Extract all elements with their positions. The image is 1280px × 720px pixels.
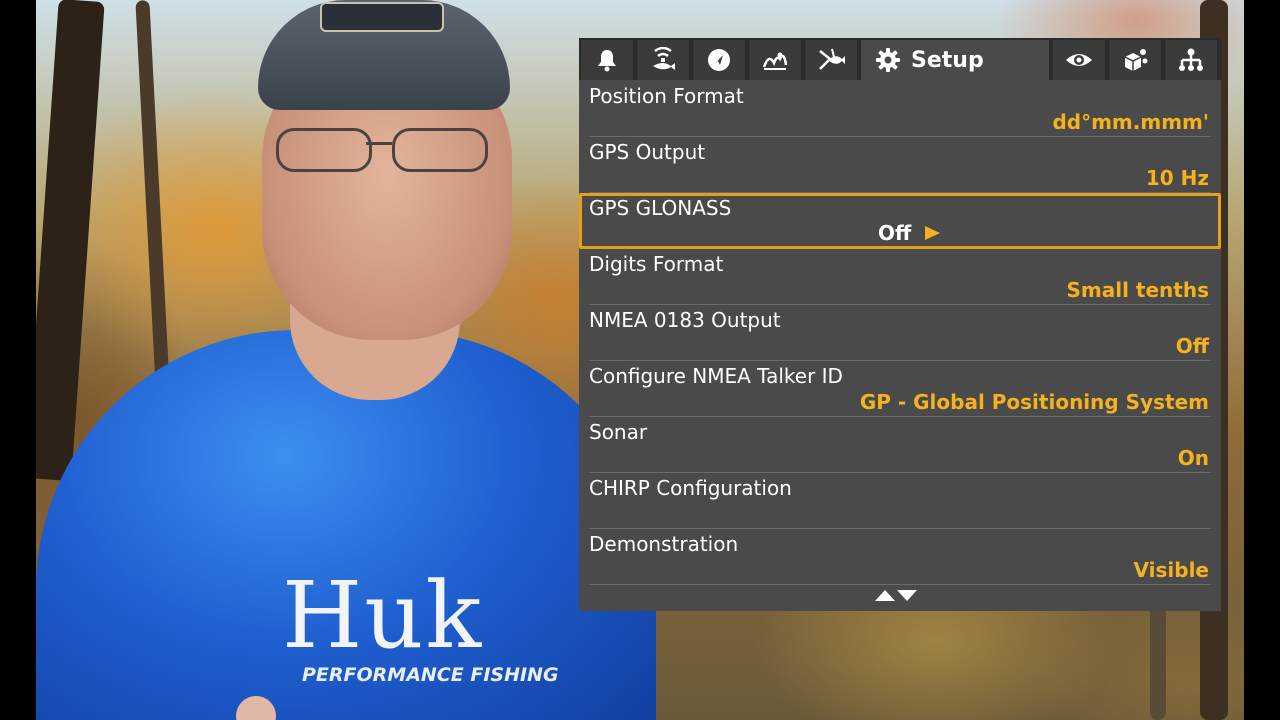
tab-alarms[interactable] — [581, 40, 635, 80]
menu-item-nmea-talker-id[interactable]: Configure NMEA Talker ID GP - Global Pos… — [579, 361, 1221, 417]
menu-item-value: On — [1177, 446, 1209, 470]
setup-menu-list: Position Format dd°mm.mmm' GPS Output 10… — [579, 81, 1221, 585]
navigation-compass-icon — [708, 49, 730, 71]
menu-item-label: Sonar — [589, 420, 648, 444]
tab-accessories[interactable] — [1109, 40, 1163, 80]
letterbox-left — [0, 0, 36, 720]
menu-item-label: Position Format — [589, 84, 744, 108]
sonar-fish-icon — [653, 47, 675, 70]
eye-view-icon — [1066, 54, 1092, 66]
menu-item-sonar[interactable]: Sonar On — [579, 417, 1221, 473]
menu-item-value: GP - Global Positioning System — [859, 390, 1209, 414]
menu-item-nmea-0183-output[interactable]: NMEA 0183 Output Off — [579, 305, 1221, 361]
menu-item-label: Demonstration — [589, 532, 739, 556]
menu-item-chirp-configuration[interactable]: CHIRP Configuration — [579, 473, 1221, 529]
tab-setup[interactable]: Setup — [861, 40, 1051, 80]
menu-item-label: Digits Format — [589, 252, 724, 276]
shirt-brand-logo: Huk — [282, 562, 484, 669]
shirt-brand-tagline: PERFORMANCE FISHING — [302, 664, 559, 686]
scroll-down-icon[interactable] — [897, 590, 917, 601]
tab-network[interactable] — [1165, 40, 1219, 80]
network-icon — [1179, 48, 1203, 71]
tab-navigation[interactable] — [693, 40, 747, 80]
accessories-icon — [1124, 49, 1148, 71]
menu-item-label: Configure NMEA Talker ID — [589, 364, 843, 388]
menu-item-value: 10 Hz — [1145, 166, 1209, 190]
tab-views[interactable] — [1053, 40, 1107, 80]
menu-item-label: CHIRP Configuration — [589, 476, 792, 500]
row-divider — [589, 584, 1211, 585]
menu-item-gps-output[interactable]: GPS Output 10 Hz — [579, 137, 1221, 193]
menu-item-label: GPS GLONASS — [589, 196, 732, 220]
chevron-right-icon — [925, 226, 941, 240]
chart-map-icon — [762, 52, 788, 70]
alarm-bell-icon — [598, 50, 616, 72]
fish-finder-icon — [819, 48, 845, 70]
setup-menu-panel: Setup Position Format dd°mm.mmm' GPS Out… — [579, 38, 1221, 611]
tab-sonar[interactable] — [637, 40, 691, 80]
letterbox-right — [1244, 0, 1280, 720]
menu-item-position-format[interactable]: Position Format dd°mm.mmm' — [579, 81, 1221, 137]
menu-item-label: NMEA 0183 Output — [589, 308, 781, 332]
menu-item-digits-format[interactable]: Digits Format Small tenths — [579, 249, 1221, 305]
presenter-glasses — [276, 128, 496, 172]
gear-icon — [876, 48, 900, 72]
scroll-up-icon[interactable] — [875, 590, 895, 601]
menu-item-value-toggle[interactable]: Off — [878, 221, 941, 245]
menu-item-value: dd°mm.mmm' — [1052, 110, 1209, 134]
menu-item-value: Small tenths — [1066, 278, 1209, 302]
menu-tab-bar: Setup — [579, 38, 1221, 80]
cap-badge — [320, 2, 444, 32]
menu-item-value: Visible — [1133, 558, 1209, 582]
tab-setup-label: Setup — [911, 47, 984, 73]
menu-item-gps-glonass[interactable]: GPS GLONASS Off — [579, 193, 1221, 249]
tab-chart[interactable] — [749, 40, 803, 80]
tab-fish-finder[interactable] — [805, 40, 859, 80]
menu-item-value: Off — [1175, 334, 1209, 358]
toggle-value-text: Off — [878, 221, 912, 245]
menu-item-demonstration[interactable]: Demonstration Visible — [579, 529, 1221, 585]
menu-item-label: GPS Output — [589, 140, 706, 164]
up-down-arrows-icon[interactable] — [875, 590, 921, 604]
